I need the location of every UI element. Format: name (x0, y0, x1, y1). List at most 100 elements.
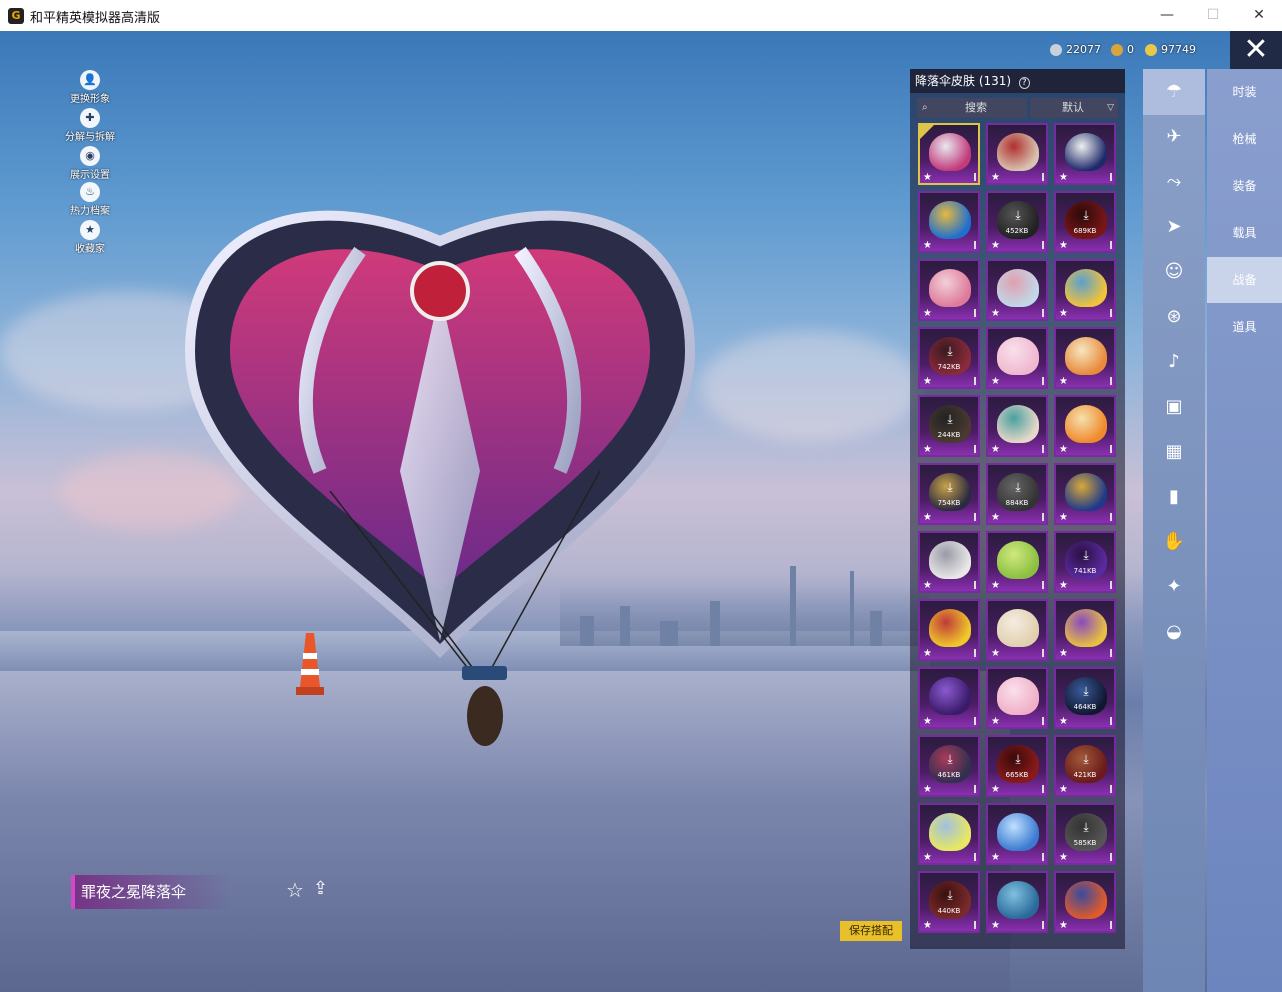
picture-icon[interactable]: ▦ (1143, 429, 1205, 475)
download-size-label: 452KB (1005, 227, 1029, 235)
skin-slot[interactable]: ★ (986, 259, 1048, 321)
tab-3[interactable]: 载具 (1207, 210, 1282, 256)
download-icon: ⤓ (947, 480, 953, 494)
skin-slot[interactable]: ⤓ 244KB ★ (918, 395, 980, 457)
collector-button[interactable]: ★ 收藏家 (60, 220, 120, 255)
favorite-star-icon[interactable]: ☆ (286, 878, 304, 902)
skin-slot[interactable]: ★ (918, 259, 980, 321)
skin-slot[interactable]: ★ (986, 667, 1048, 729)
skin-slot[interactable]: ★ (1054, 871, 1116, 933)
skin-slot[interactable]: ★ (1054, 463, 1116, 525)
sort-dropdown[interactable]: 默认 ▽ (1030, 98, 1118, 118)
parachute-thumbnail (929, 133, 971, 171)
skin-slot[interactable]: ⤓ 741KB ★ (1054, 531, 1116, 593)
skin-slot[interactable]: ★ (918, 191, 980, 253)
tab-1[interactable]: 枪械 (1207, 116, 1282, 162)
skin-slot[interactable]: ★ (986, 395, 1048, 457)
sparkle-wand-icon[interactable]: ✦ (1143, 564, 1205, 610)
help-icon[interactable]: ? (1018, 77, 1030, 89)
tab-5[interactable]: 道具 (1207, 304, 1282, 350)
parachute-thumbnail (997, 677, 1039, 715)
close-panel-button[interactable]: ✕ (1230, 31, 1282, 69)
rarity-star-icon: ★ (1059, 852, 1068, 863)
plane-icon[interactable]: ✈ (1143, 114, 1205, 160)
rarity-star-icon: ★ (923, 172, 932, 183)
skin-slot[interactable]: ★ (986, 327, 1048, 389)
maximize-button[interactable]: ☐ (1190, 4, 1236, 26)
skin-slot[interactable]: ⤓ 440KB ★ (918, 871, 980, 933)
skin-slot[interactable]: ⤓ 665KB ★ (986, 735, 1048, 797)
download-size-label: 464KB (1073, 703, 1097, 711)
skin-slot[interactable]: ⤓ 689KB ★ (1054, 191, 1116, 253)
skin-slot[interactable]: ⤓ 884KB ★ (986, 463, 1048, 525)
skin-slot[interactable]: ⤓ 742KB ★ (918, 327, 980, 389)
parachute-thumbnail (929, 269, 971, 307)
drone-icon[interactable]: ⤳ (1143, 159, 1205, 205)
skin-slot[interactable]: ★ (918, 123, 980, 185)
tab-2[interactable]: 装备 (1207, 163, 1282, 209)
skin-slot[interactable]: ★ (1054, 123, 1116, 185)
jet-icon[interactable]: ➤ (1143, 204, 1205, 250)
skin-slot[interactable]: ⤓ 754KB ★ (918, 463, 980, 525)
change-appearance-button[interactable]: 👤 更换形象 (60, 70, 120, 105)
close-window-button[interactable]: ✕ (1236, 4, 1282, 26)
person-icon: 👤 (80, 70, 100, 90)
skin-slot[interactable]: ⤓ 421KB ★ (1054, 735, 1116, 797)
robot-icon[interactable]: ⊛ (1143, 294, 1205, 340)
skin-slot[interactable]: ★ (1054, 259, 1116, 321)
parachute-thumbnail (1065, 269, 1107, 307)
minimize-button[interactable]: — (1144, 4, 1190, 26)
download-size-label: 754KB (937, 499, 961, 507)
skin-slot[interactable]: ★ (986, 871, 1048, 933)
skin-slot[interactable]: ★ (986, 599, 1048, 661)
rarity-star-icon: ★ (923, 240, 932, 251)
heat-profile-button[interactable]: ♨ 热力档案 (60, 182, 120, 217)
skin-slot[interactable]: ★ (918, 531, 980, 593)
quality-bar (974, 581, 976, 589)
skin-slot[interactable]: ★ (918, 803, 980, 865)
skin-slot[interactable]: ⤓ 452KB ★ (986, 191, 1048, 253)
quality-bar (974, 785, 976, 793)
skin-slot[interactable]: ★ (1054, 395, 1116, 457)
emote-icon[interactable]: ☺ (1143, 249, 1205, 295)
speaker-icon[interactable]: ♪ (1143, 339, 1205, 385)
skin-slot[interactable]: ⤓ 585KB ★ (1054, 803, 1116, 865)
parachute-thumbnail (1065, 609, 1107, 647)
search-input[interactable]: ⌕ 搜索 (917, 98, 1027, 118)
tab-4[interactable]: 战备 (1207, 257, 1282, 303)
decompose-button[interactable]: ✚ 分解与拆解 (60, 108, 120, 143)
quality-bar (1110, 921, 1112, 929)
quality-bar (1042, 241, 1044, 249)
rarity-star-icon: ★ (923, 784, 932, 795)
skin-slot[interactable]: ★ (1054, 327, 1116, 389)
parachute-icon[interactable]: ☂ (1143, 69, 1205, 115)
quality-bar (1042, 513, 1044, 521)
rarity-star-icon: ★ (1059, 512, 1068, 523)
share-icon[interactable]: ⇪ (313, 878, 328, 899)
quality-bar (1110, 853, 1112, 861)
save-outfit-button[interactable]: 保存搭配 (840, 921, 902, 941)
skin-slot[interactable]: ★ (918, 667, 980, 729)
download-size-label: 244KB (937, 431, 961, 439)
download-icon: ⤓ (1015, 752, 1021, 766)
skin-slot[interactable]: ★ (986, 803, 1048, 865)
download-icon: ⤓ (1083, 752, 1089, 766)
skin-slot[interactable]: ⤓ 461KB ★ (918, 735, 980, 797)
skin-slot[interactable]: ★ (918, 599, 980, 661)
download-size-label: 689KB (1073, 227, 1097, 235)
saucer-icon[interactable]: ◒ (1143, 609, 1205, 655)
skin-slot[interactable]: ★ (1054, 599, 1116, 661)
skin-slot[interactable]: ★ (986, 123, 1048, 185)
extinguisher-icon[interactable]: ▮ (1143, 474, 1205, 520)
equipped-check-icon (920, 125, 934, 139)
quality-bar (974, 513, 976, 521)
hand-icon[interactable]: ✋ (1143, 519, 1205, 565)
skin-slot[interactable]: ⤓ 464KB ★ (1054, 667, 1116, 729)
download-icon: ⤓ (1015, 480, 1021, 494)
display-settings-button[interactable]: ◉ 展示设置 (60, 146, 120, 181)
tab-0[interactable]: 时装 (1207, 69, 1282, 115)
chat-bubble-icon[interactable]: ▣ (1143, 384, 1205, 430)
download-icon: ⤓ (1083, 548, 1089, 562)
download-icon: ⤓ (947, 752, 953, 766)
skin-slot[interactable]: ★ (986, 531, 1048, 593)
